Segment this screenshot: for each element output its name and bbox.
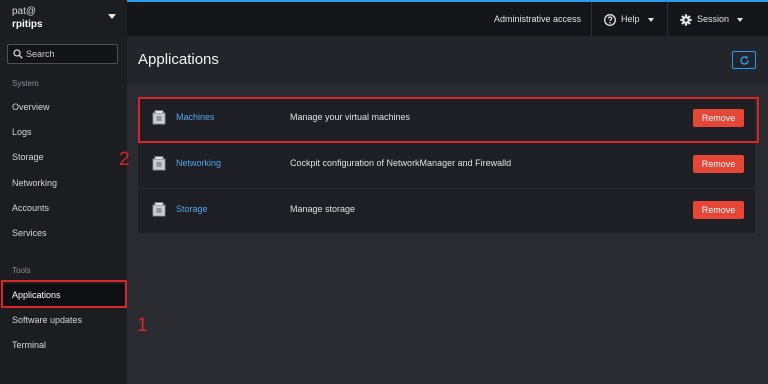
page-title: Applications — [138, 51, 219, 68]
sidebar-item-software-updates[interactable]: Software updates — [0, 309, 127, 331]
sidebar-item-accounts[interactable]: Accounts — [0, 197, 127, 219]
highlight-box-machines — [138, 97, 759, 143]
topbar: Administrative access Help Session — [127, 0, 768, 36]
page-header: Applications — [127, 36, 768, 84]
host-user: pat@ — [12, 6, 37, 17]
help-menu-button[interactable]: Help — [604, 2, 654, 36]
list-item: Networking Cockpit configuration of Netw… — [138, 142, 755, 187]
sidebar-item-networking[interactable]: Networking — [0, 172, 127, 194]
highlight-box-applications — [1, 280, 127, 308]
sidebar: pat@ rpitips Search System Overview Logs… — [0, 0, 127, 384]
chevron-down-icon — [647, 17, 654, 22]
session-menu-button[interactable]: Session — [680, 2, 744, 36]
gear-icon — [680, 13, 692, 26]
topbar-divider — [591, 2, 592, 36]
chevron-down-icon — [108, 14, 116, 19]
search-label: Search — [26, 49, 55, 59]
search-icon — [13, 49, 23, 59]
section-label-system: System — [12, 79, 39, 88]
remove-button[interactable]: Remove — [693, 155, 744, 173]
host-switcher[interactable]: pat@ rpitips — [0, 0, 127, 36]
administrative-access-button[interactable]: Administrative access — [494, 2, 581, 36]
refresh-button[interactable] — [732, 51, 756, 69]
app-description: Manage storage — [290, 204, 356, 214]
list-item: Storage Manage storage Remove — [138, 188, 755, 233]
session-label: Session — [697, 14, 730, 24]
annotation-number-2: 2 — [119, 149, 130, 170]
package-icon — [152, 202, 166, 217]
sidebar-item-terminal[interactable]: Terminal — [0, 334, 127, 356]
host-name: rpitips — [12, 19, 43, 30]
topbar-divider — [667, 2, 668, 36]
annotation-number-1: 1 — [137, 315, 148, 336]
help-label: Help — [621, 14, 640, 24]
search-input[interactable]: Search — [7, 44, 118, 64]
sidebar-item-services[interactable]: Services — [0, 222, 127, 244]
sidebar-item-logs[interactable]: Logs — [0, 121, 127, 143]
chevron-down-icon — [737, 17, 744, 22]
package-icon — [152, 156, 166, 171]
sidebar-item-overview[interactable]: Overview — [0, 96, 127, 118]
remove-button[interactable]: Remove — [693, 201, 744, 219]
app-name-link[interactable]: Storage — [176, 204, 208, 214]
sidebar-item-storage[interactable]: Storage — [0, 146, 127, 168]
help-icon — [604, 13, 616, 26]
section-label-tools: Tools — [12, 266, 31, 275]
app-description: Cockpit configuration of NetworkManager … — [290, 158, 512, 168]
app-name-link[interactable]: Networking — [176, 158, 221, 168]
refresh-icon — [740, 55, 749, 65]
